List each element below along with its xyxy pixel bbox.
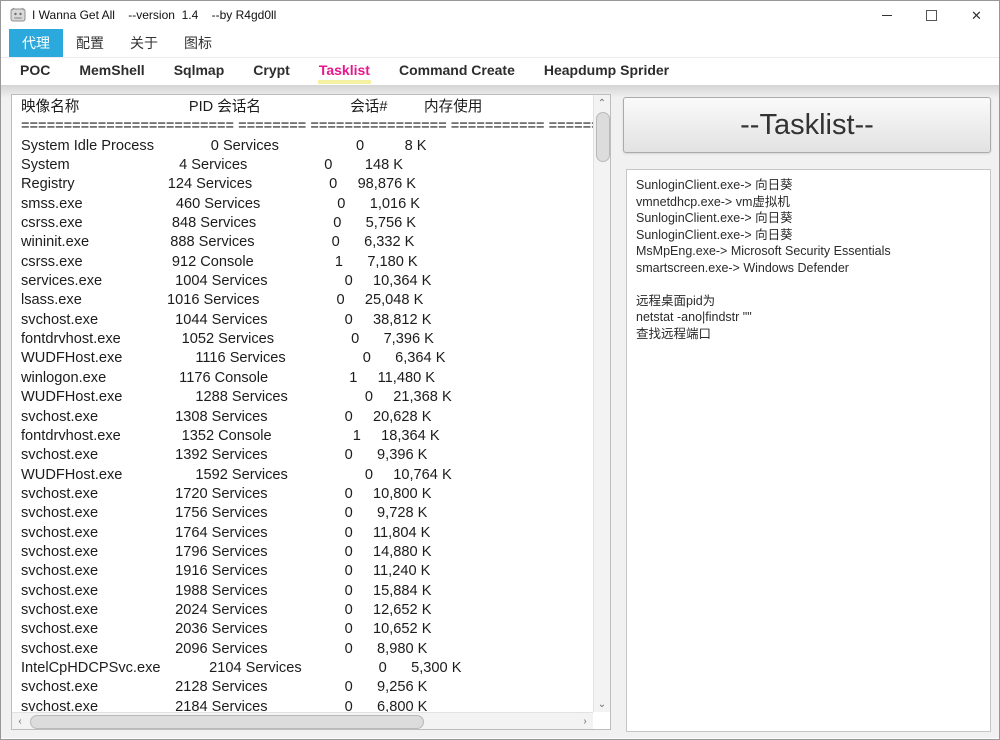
tasklist-text: 映像名称 PID 会话名 会话# 内存使用 ==================… — [21, 98, 593, 712]
notes-box[interactable]: SunloginClient.exe-> 向日葵 vmnetdhcp.exe->… — [626, 169, 991, 732]
close-icon: ✕ — [971, 9, 982, 22]
chevron-left-icon: ‹ — [18, 716, 21, 727]
vertical-scrollbar[interactable]: ⌃ ⌄ — [593, 95, 610, 712]
tab-crypt[interactable]: Crypt — [252, 59, 291, 84]
tab-tasklist[interactable]: Tasklist — [318, 59, 371, 84]
app-window: I Wanna Get All --version 1.4 --by R4gd0… — [0, 0, 1000, 740]
notes-text: SunloginClient.exe-> 向日葵 vmnetdhcp.exe->… — [627, 170, 990, 349]
scroll-down-button[interactable]: ⌄ — [594, 696, 610, 712]
window-controls: ✕ — [864, 1, 999, 29]
menu-item-about[interactable]: 关于 — [117, 29, 171, 57]
horizontal-scrollbar[interactable]: ‹ › — [12, 712, 593, 729]
chevron-right-icon: › — [583, 716, 586, 727]
scroll-up-button[interactable]: ⌃ — [594, 95, 610, 111]
menu-item-proxy[interactable]: 代理 — [9, 29, 63, 57]
title-bar: I Wanna Get All --version 1.4 --by R4gd0… — [1, 1, 999, 29]
menu-item-config[interactable]: 配置 — [63, 29, 117, 57]
tasklist-output-box[interactable]: 映像名称 PID 会话名 会话# 内存使用 ==================… — [11, 94, 611, 730]
maximize-icon — [926, 10, 937, 21]
scroll-left-button[interactable]: ‹ — [12, 713, 28, 729]
maximize-button[interactable] — [909, 1, 954, 29]
window-title: I Wanna Get All --version 1.4 --by R4gd0… — [32, 8, 276, 22]
app-icon — [10, 7, 26, 23]
chevron-down-icon: ⌄ — [598, 699, 606, 710]
tab-heapdump-sprider[interactable]: Heapdump Sprider — [543, 59, 670, 84]
tab-command-create[interactable]: Command Create — [398, 59, 516, 84]
minimize-icon — [882, 15, 892, 16]
horizontal-scroll-thumb[interactable] — [30, 715, 424, 729]
tasklist-title-button[interactable]: --Tasklist-- — [623, 97, 991, 153]
tab-bar: POC MemShell Sqlmap Crypt Tasklist Comma… — [1, 58, 999, 85]
tab-poc[interactable]: POC — [19, 59, 51, 84]
close-button[interactable]: ✕ — [954, 1, 999, 29]
menu-item-icon[interactable]: 图标 — [171, 29, 225, 57]
tab-memshell[interactable]: MemShell — [78, 59, 145, 84]
scroll-right-button[interactable]: › — [577, 713, 593, 729]
tab-sqlmap[interactable]: Sqlmap — [173, 59, 226, 84]
minimize-button[interactable] — [864, 1, 909, 29]
chevron-up-icon: ⌃ — [598, 98, 606, 109]
menu-bar: 代理 配置 关于 图标 — [1, 29, 999, 58]
vertical-scroll-thumb[interactable] — [596, 112, 610, 162]
content-area: 映像名称 PID 会话名 会话# 内存使用 ==================… — [1, 85, 999, 738]
